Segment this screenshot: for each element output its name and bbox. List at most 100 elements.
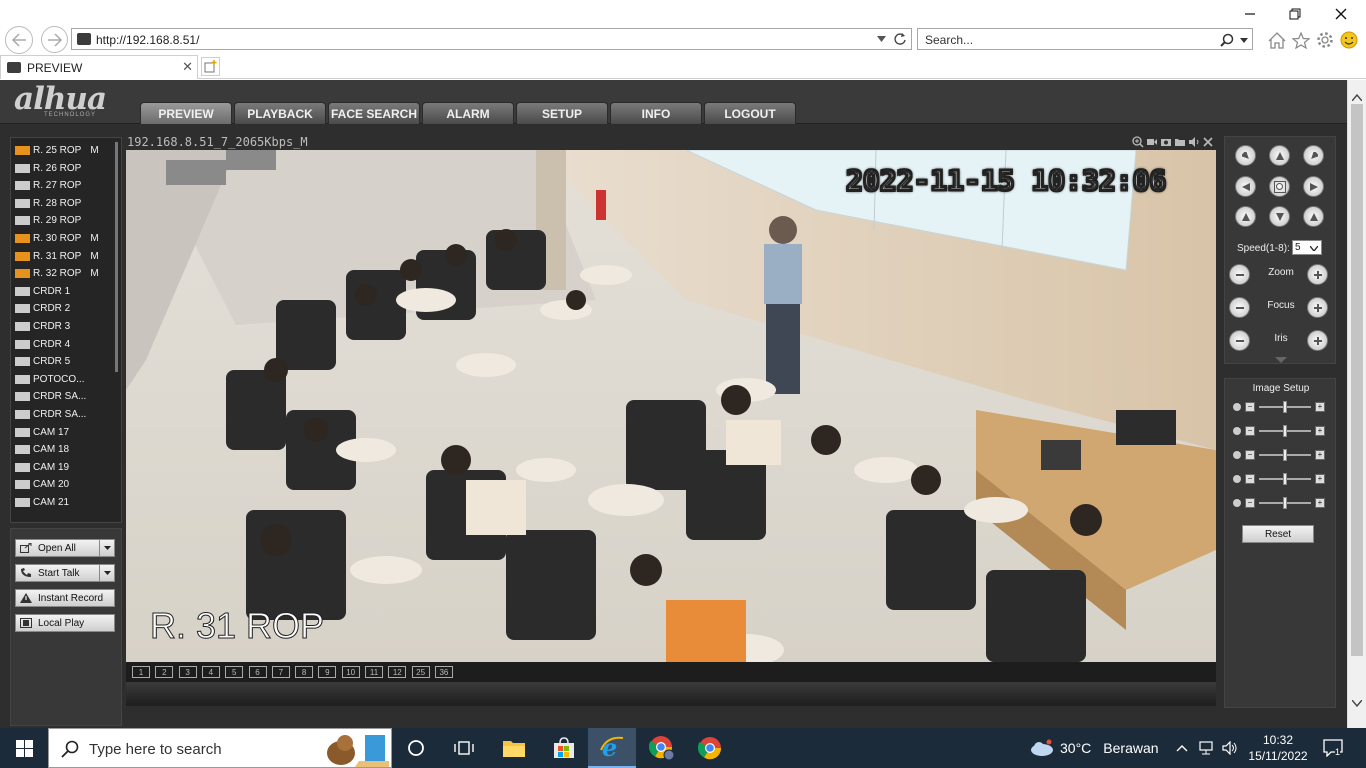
layout-split-button[interactable]: 8 [295,666,314,678]
camera-list-item[interactable]: R. 26 ROP [15,160,115,177]
ptz-up-left-button[interactable] [1235,145,1256,166]
focus-near-button[interactable] [1229,297,1250,318]
feedback-button[interactable] [1339,30,1359,50]
chrome-profile-button[interactable] [638,728,686,768]
focus-far-button[interactable] [1307,297,1328,318]
instant-record-button[interactable]: Instant Record [15,589,115,607]
new-tab-button[interactable] [201,57,220,76]
camera-list-item[interactable]: CRDR 5 [15,353,115,370]
browser-search-box[interactable]: Search... [917,28,1253,50]
layout-split-button[interactable]: 2 [155,666,174,678]
start-talk-dropdown[interactable] [99,564,115,582]
sharpness-thumb[interactable] [1283,497,1287,509]
scrollbar-thumb[interactable] [1351,104,1363,656]
layout-split-button[interactable]: 9 [318,666,337,678]
snapshot-icon[interactable] [1160,136,1172,148]
ptz-auto-button[interactable] [1269,176,1290,197]
local-play-button[interactable]: Local Play [15,614,115,632]
weather-widget[interactable]: 30°C Berawan [1028,739,1159,757]
network-button[interactable] [1199,740,1215,756]
internet-explorer-button[interactable]: e [588,728,636,768]
search-icon[interactable] [1220,33,1234,47]
sharpness-increase-button[interactable]: + [1315,498,1325,508]
file-explorer-button[interactable] [490,728,538,768]
show-hidden-icons-button[interactable] [1174,740,1190,756]
start-button[interactable] [0,728,48,768]
sharpness-decrease-button[interactable]: − [1245,498,1255,508]
camera-list-item[interactable]: CRDR SA... [15,406,115,423]
ptz-left-button[interactable] [1235,176,1256,197]
tab-close-icon[interactable]: ✕ [182,59,193,75]
camera-list-item[interactable]: R. 28 ROP [15,195,115,212]
camera-list-scrollbar[interactable] [115,142,118,372]
microsoft-store-button[interactable] [540,728,588,768]
menu-tab-playback[interactable]: PLAYBACK [234,102,326,124]
hue-decrease-button[interactable]: − [1245,474,1255,484]
refresh-icon[interactable] [893,32,907,46]
folder-icon[interactable] [1174,136,1186,148]
iris-close-button[interactable] [1229,330,1250,351]
layout-split-button[interactable]: 5 [225,666,244,678]
tab-preview[interactable]: PREVIEW ✕ [0,55,198,79]
forward-button[interactable] [41,26,68,53]
hue-thumb[interactable] [1283,473,1287,485]
layout-split-button[interactable]: 1 [132,666,150,678]
home-button[interactable] [1267,30,1287,50]
menu-tab-alarm[interactable]: ALARM [422,102,514,124]
layout-split-button[interactable]: 12 [388,666,407,678]
camera-list-item[interactable]: R. 29 ROP [15,212,115,229]
zoom-out-button[interactable] [1229,264,1250,285]
zoom-in-button[interactable] [1307,264,1328,285]
camera-list-item[interactable]: CRDR 4 [15,336,115,353]
open-all-button[interactable]: Open All [15,539,101,557]
camera-list-item[interactable]: CRDR SA... [15,388,115,405]
task-view-button[interactable] [440,728,488,768]
layout-split-button[interactable]: 3 [178,666,197,678]
volume-button[interactable] [1222,740,1238,756]
brightness-decrease-button[interactable]: − [1245,402,1255,412]
ptz-up-right-button[interactable] [1303,145,1324,166]
camera-list-item[interactable]: CRDR 3 [15,318,115,335]
layout-split-button[interactable]: 25 [411,666,430,678]
camera-list-item[interactable]: R. 30 ROP M [15,230,115,247]
menu-tab-face-search[interactable]: FACE SEARCH [328,102,420,124]
camera-list-item[interactable]: CAM 17 [15,424,115,441]
page-scrollbar[interactable] [1347,80,1366,728]
camera-list-item[interactable]: R. 27 ROP [15,177,115,194]
menu-tab-preview[interactable]: PREVIEW [140,102,232,124]
search-dropdown-icon[interactable] [1240,38,1248,43]
minimize-button[interactable] [1236,4,1264,24]
saturation-increase-button[interactable]: + [1315,450,1325,460]
audio-icon[interactable] [1188,136,1200,148]
favorites-button[interactable] [1291,30,1311,50]
camera-list-item[interactable]: R. 32 ROP M [15,265,115,282]
ptz-down-right-button[interactable] [1303,206,1324,227]
iris-open-button[interactable] [1307,330,1328,351]
zoom-in-icon[interactable] [1132,136,1144,148]
action-center-button[interactable]: 1 [1322,738,1344,758]
camera-list-item[interactable]: R. 25 ROP M [15,142,115,159]
open-all-dropdown[interactable] [99,539,115,557]
saturation-thumb[interactable] [1283,449,1287,461]
camera-list-item[interactable]: CAM 19 [15,459,115,476]
layout-split-button[interactable]: 10 [341,666,360,678]
ptz-up-button[interactable] [1269,145,1290,166]
close-video-icon[interactable] [1202,136,1214,148]
saturation-decrease-button[interactable]: − [1245,450,1255,460]
ptz-down-button[interactable] [1269,206,1290,227]
camera-video-feed[interactable]: 2022-11-15 10:32:06 R. 31 ROP [126,150,1216,662]
cortana-button[interactable] [392,728,440,768]
camera-list-item[interactable]: CAM 20 [15,476,115,493]
menu-tab-info[interactable]: INFO [610,102,702,124]
menu-tab-logout[interactable]: LOGOUT [704,102,796,124]
record-icon[interactable] [1146,136,1158,148]
ptz-down-left-button[interactable] [1235,206,1256,227]
camera-list-item[interactable]: CRDR 2 [15,300,115,317]
hue-increase-button[interactable]: + [1315,474,1325,484]
brightness-thumb[interactable] [1283,401,1287,413]
speed-select[interactable]: 5 [1292,240,1322,255]
layout-split-button[interactable]: 11 [365,666,383,678]
contrast-thumb[interactable] [1283,425,1287,437]
reset-button[interactable]: Reset [1242,525,1314,543]
close-window-button[interactable] [1327,4,1355,24]
